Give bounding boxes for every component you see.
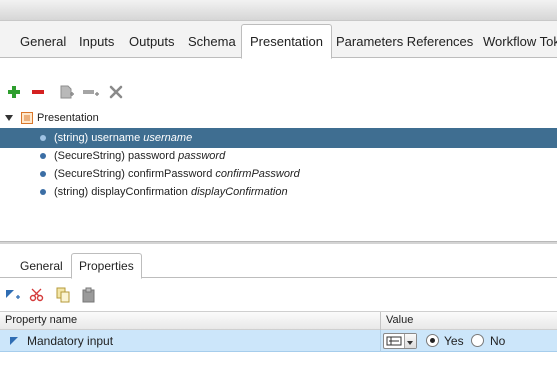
item-type: (SecureString) xyxy=(54,150,125,162)
item-alias: displayConfirmation xyxy=(190,186,288,198)
boolean-editor-icon xyxy=(386,336,402,346)
value-type-combo[interactable] xyxy=(383,333,417,349)
bullet-icon xyxy=(40,171,46,177)
item-name: username xyxy=(91,132,141,144)
add-input-icon[interactable] xyxy=(82,82,100,102)
item-name: confirmPassword xyxy=(127,168,213,180)
no-label[interactable]: No xyxy=(490,330,505,352)
tree-item-confirm-password[interactable]: (SecureString) confirmPassword confirmPa… xyxy=(0,164,557,184)
new-property-icon[interactable] xyxy=(4,285,22,305)
tree-root[interactable]: Presentation xyxy=(4,109,99,127)
add-icon[interactable] xyxy=(5,82,23,102)
tree-item-password[interactable]: (SecureString) password password xyxy=(0,146,557,166)
item-name: password xyxy=(127,150,176,162)
table-row[interactable]: Mandatory input Yes No xyxy=(0,330,557,352)
column-header-value[interactable]: Value xyxy=(386,312,413,329)
item-alias: password xyxy=(178,150,226,162)
tab-general[interactable]: General xyxy=(20,26,66,58)
properties-tab-bar: General Properties xyxy=(0,251,557,279)
item-type: (string) xyxy=(54,132,89,144)
chevron-down-icon[interactable] xyxy=(404,334,416,348)
yes-radio[interactable] xyxy=(426,334,439,347)
paste-icon[interactable] xyxy=(80,285,98,305)
item-type: (SecureString) xyxy=(54,168,125,180)
tab-workflow-tokens[interactable]: Workflow Tok xyxy=(483,26,557,58)
tab-parameters-references[interactable]: Parameters References xyxy=(336,26,473,58)
yes-label[interactable]: Yes xyxy=(444,330,464,352)
panel-splitter[interactable] xyxy=(0,241,557,244)
bullet-icon xyxy=(40,189,46,195)
property-icon xyxy=(10,337,18,345)
item-type: (string) xyxy=(54,186,89,198)
table-header: Property name Value xyxy=(0,311,557,330)
presentation-icon xyxy=(21,112,33,124)
tree-item-username[interactable]: (string) username username xyxy=(0,128,557,148)
window-top-strip xyxy=(0,0,557,21)
tree-root-label: Presentation xyxy=(37,112,99,124)
editor-tab-bar: General Inputs Outputs Schema Presentati… xyxy=(0,21,557,59)
column-separator xyxy=(380,330,381,352)
property-name: Mandatory input xyxy=(27,334,114,348)
copy-icon[interactable] xyxy=(54,285,72,305)
tab-presentation[interactable]: Presentation xyxy=(241,24,332,59)
item-name: displayConfirmation xyxy=(91,186,188,198)
presentation-toolbar xyxy=(0,82,557,104)
no-radio[interactable] xyxy=(471,334,484,347)
add-step-icon[interactable] xyxy=(58,82,76,102)
column-separator[interactable] xyxy=(380,312,381,330)
tab-inputs[interactable]: Inputs xyxy=(79,26,114,58)
item-alias: confirmPassword xyxy=(215,168,300,180)
delete-icon[interactable] xyxy=(107,82,125,102)
tab-bottom-general[interactable]: General xyxy=(20,255,63,278)
tab-schema[interactable]: Schema xyxy=(188,26,236,58)
cut-icon[interactable] xyxy=(28,285,46,305)
bullet-icon xyxy=(40,135,46,141)
item-alias: username xyxy=(143,132,193,144)
remove-icon[interactable] xyxy=(29,82,47,102)
expand-arrow-icon[interactable] xyxy=(4,113,14,123)
properties-toolbar xyxy=(0,285,557,305)
bullet-icon xyxy=(40,153,46,159)
tree-item-display-confirmation[interactable]: (string) displayConfirmation displayConf… xyxy=(0,182,557,202)
tab-outputs[interactable]: Outputs xyxy=(129,26,175,58)
tab-bottom-properties[interactable]: Properties xyxy=(71,253,142,279)
column-header-property-name[interactable]: Property name xyxy=(5,312,77,329)
